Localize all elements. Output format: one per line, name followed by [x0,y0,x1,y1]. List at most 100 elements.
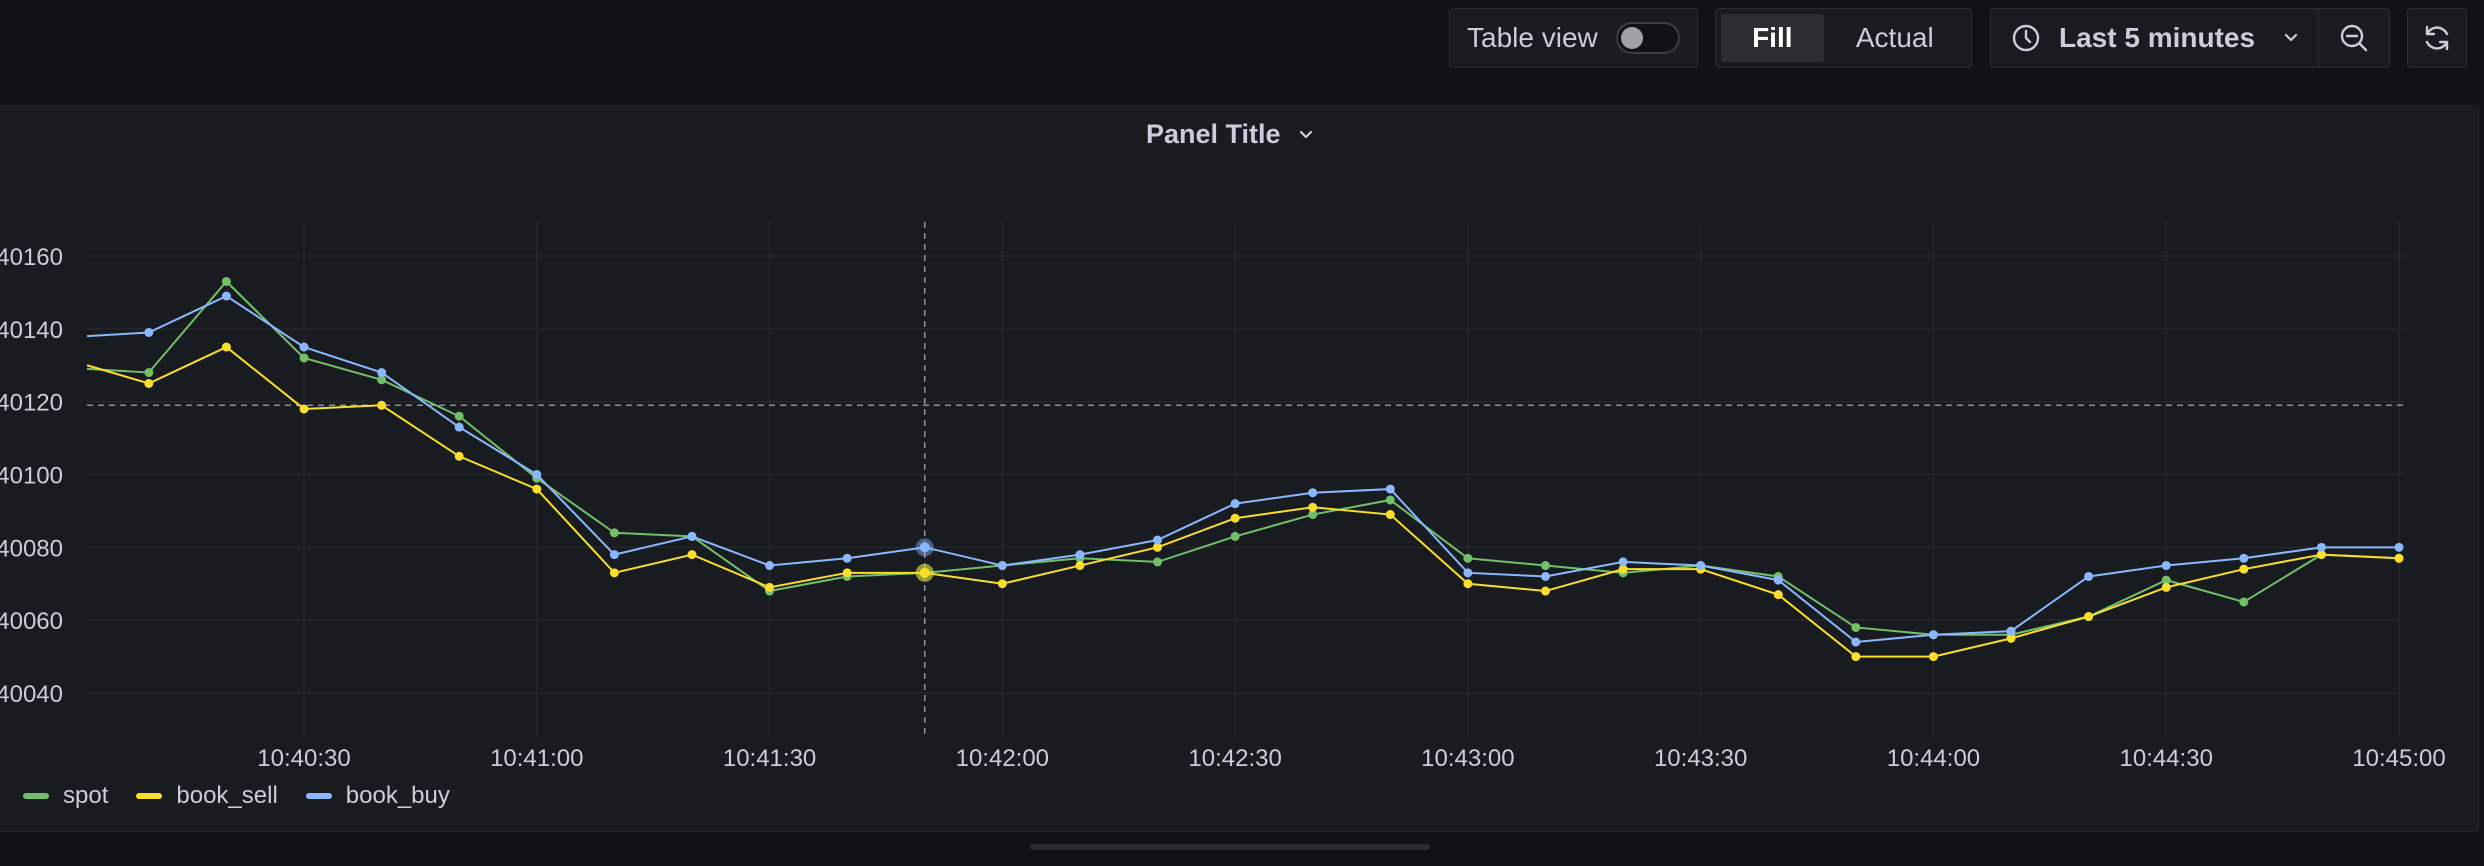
data-point [1540,586,1550,596]
switch-knob [1620,27,1643,49]
data-point [2239,597,2249,607]
data-point [1851,622,1861,632]
data-point [1308,502,1318,512]
data-point [1928,652,1938,662]
data-point [221,291,231,301]
x-tick-label: 10:43:30 [1654,745,1747,766]
zoom-out-icon [2340,24,2368,52]
data-point [1230,499,1240,509]
legend-label: book_sell [176,782,278,809]
data-point [1463,568,1473,578]
x-tick-label: 10:42:00 [956,745,1049,766]
data-point [377,400,387,410]
series-line-spot [86,280,2400,636]
data-point [2006,626,2016,636]
data-point [2394,553,2404,563]
y-tick-label: 40080 [0,535,63,562]
y-tick-label: 40140 [0,317,63,344]
data-point [2316,542,2326,552]
data-point [299,342,309,352]
data-point [1928,630,1938,640]
legend-label: book_buy [345,782,450,809]
legend-item-spot[interactable]: spot [23,782,108,810]
table-view-label: Table view [1467,22,1598,53]
legend-item-book-buy[interactable]: book_buy [305,782,450,810]
y-tick-label: 40040 [0,681,63,708]
horizontal-scrollbar[interactable] [1030,844,1430,850]
actual-button[interactable]: Actual [1824,14,1966,62]
data-point [1153,535,1163,545]
hover-point [919,542,930,553]
time-range-label: Last 5 minutes [2059,22,2256,53]
legend-item-book-sell[interactable]: book_sell [136,782,278,810]
data-point [1230,531,1240,541]
data-point [687,531,697,541]
data-point [609,528,619,538]
data-point [1540,561,1550,571]
data-point [377,368,387,378]
data-point [221,342,231,352]
data-point [1463,553,1473,563]
dashboard-toolbar: Table view Fill Actual Last 5 minutes [0,8,2484,72]
data-point [2084,612,2094,622]
legend-swatch [305,793,332,799]
data-point [1230,513,1240,523]
data-point [1385,495,1395,505]
data-point [1385,484,1395,494]
data-point [299,353,309,363]
y-tick-label: 40060 [0,608,63,635]
timeseries-panel: Panel Title 40040 40060 40080 40100 40120 401… [0,105,2479,832]
data-point [1075,550,1085,560]
data-point [532,470,542,479]
data-point [299,404,309,414]
data-point [1773,575,1783,585]
x-tick-label: 10:44:30 [2120,745,2213,766]
chart-legend: spot book_sell book_buy [23,782,478,810]
data-point [1851,637,1861,647]
data-point [1153,557,1163,567]
data-point [842,553,852,563]
data-point [765,582,775,592]
data-point [1308,488,1318,498]
time-range-button[interactable]: Last 5 minutes [1991,9,2320,67]
x-tick-label: 10:41:00 [490,745,583,766]
x-tick-label: 10:41:30 [723,745,816,766]
y-tick-label: 40100 [0,463,63,490]
data-point [454,422,464,432]
data-point [997,579,1007,589]
data-point [687,550,697,560]
data-point [144,327,154,337]
clock-icon [2012,24,2040,52]
fill-button[interactable]: Fill [1721,14,1824,62]
chevron-down-icon [2284,33,2298,42]
data-point [1385,510,1395,520]
data-point [997,561,1007,571]
zoom-out-button[interactable] [2319,9,2389,67]
data-point [1773,590,1783,600]
data-point [221,276,231,286]
refresh-button[interactable] [2407,8,2467,68]
data-point [609,568,619,578]
fill-actual-switcher: Fill Actual [1715,8,1972,68]
table-view-toggle[interactable]: Table view [1449,8,1698,68]
data-point [842,568,852,578]
data-point [454,451,464,461]
hover-point [919,567,930,578]
table-view-switch[interactable] [1615,22,1680,54]
x-tick-label: 10:42:30 [1188,745,1281,766]
data-point [532,484,542,494]
legend-label: spot [63,782,109,809]
data-point [2239,553,2249,563]
series-line-book-buy [86,294,2399,644]
data-point [454,411,464,421]
legend-swatch [136,793,163,799]
refresh-icon [2425,25,2449,51]
x-tick-label: 10:40:30 [257,745,350,766]
y-tick-label: 40120 [0,390,63,417]
data-point [2239,564,2249,574]
data-point [765,561,775,571]
data-point [1540,571,1550,581]
timeseries-chart[interactable]: 40040 40060 40080 40100 40120 40140 40160 10:40… [0,106,2480,766]
data-point [2161,582,2171,592]
data-point [1618,557,1628,567]
